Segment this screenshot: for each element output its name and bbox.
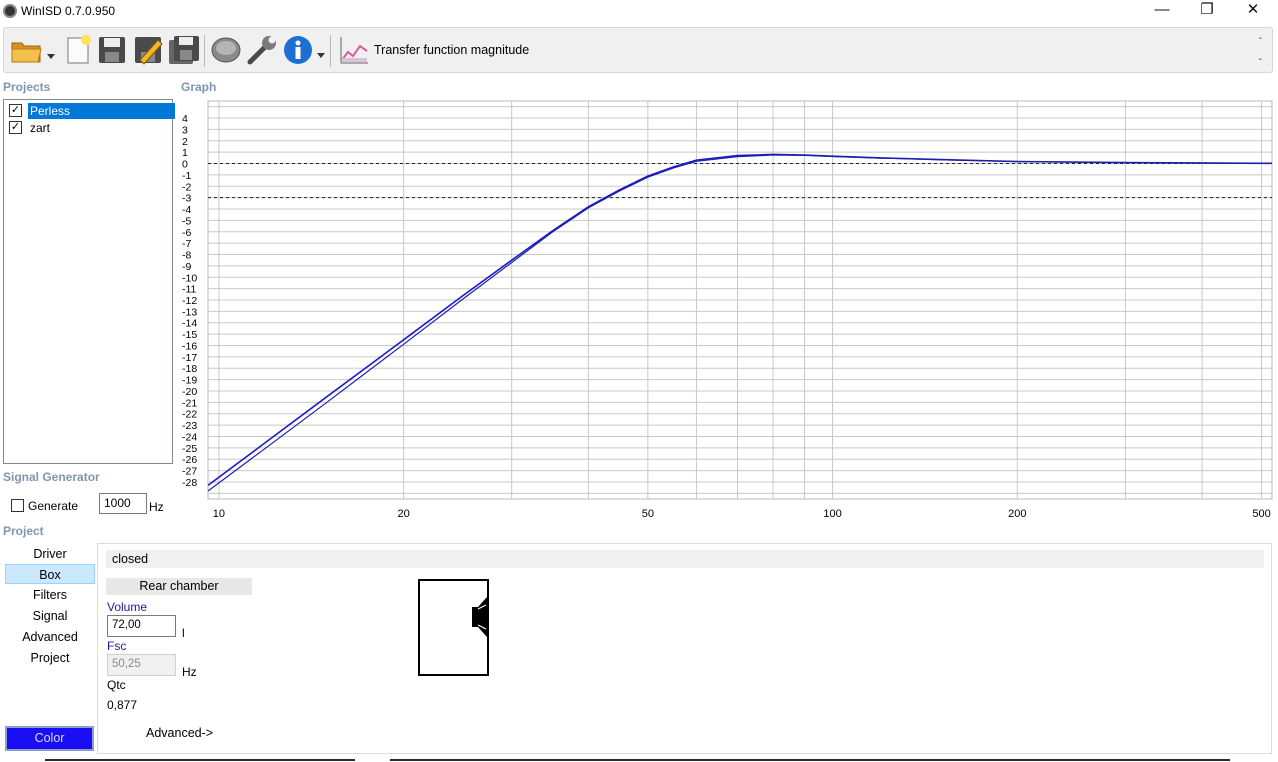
x-tick-label: 10 xyxy=(213,508,225,520)
graph-chart[interactable]: 43210-1-2-3-4-5-6-7-8-9-10-11-12-13-14-1… xyxy=(176,97,1274,525)
frequency-unit: Hz xyxy=(149,500,164,514)
projects-list: ✓ Perless ✓ zart xyxy=(3,99,176,464)
y-tick-label: -3 xyxy=(182,193,191,205)
projects-header: Projects xyxy=(3,80,51,94)
nav-box[interactable]: Box xyxy=(5,564,95,584)
graph-type-icon[interactable] xyxy=(338,34,370,66)
y-tick-label: -24 xyxy=(182,431,197,443)
nav-project[interactable]: Project xyxy=(5,648,95,668)
y-tick-label: -11 xyxy=(182,284,197,296)
driver-icon[interactable] xyxy=(210,34,242,66)
y-tick-label: -13 xyxy=(182,306,197,318)
nav-signal[interactable]: Signal xyxy=(5,606,95,626)
open-folder-icon[interactable] xyxy=(10,34,44,66)
y-tick-label: -20 xyxy=(182,386,197,398)
y-tick-label: 4 xyxy=(182,113,188,125)
x-tick-label: 500 xyxy=(1252,508,1270,520)
tab-rear-chamber[interactable]: Rear chamber xyxy=(106,578,252,595)
qtc-value: 0,877 xyxy=(107,698,138,712)
y-tick-label: -2 xyxy=(182,181,191,193)
info-icon[interactable] xyxy=(282,34,314,66)
restore-button[interactable]: ❐ xyxy=(1184,0,1230,22)
y-tick-label: -25 xyxy=(182,443,197,455)
box-diagram xyxy=(418,579,489,676)
y-tick-label: -19 xyxy=(182,375,197,387)
graph-header: Graph xyxy=(181,80,217,94)
save-edit-icon[interactable] xyxy=(132,34,164,66)
generate-label: Generate xyxy=(28,499,79,513)
x-tick-label: 100 xyxy=(823,508,841,520)
project-checkbox[interactable]: ✓ xyxy=(9,104,22,117)
window-title: WinISD 0.7.0.950 xyxy=(21,4,116,18)
y-tick-label: -27 xyxy=(182,466,197,478)
x-tick-label: 200 xyxy=(1008,508,1026,520)
title-bar: WinISD 0.7.0.950 — ❐ ✕ xyxy=(0,0,1278,24)
signal-generator-header: Signal Generator xyxy=(3,470,100,484)
y-tick-label: -9 xyxy=(182,261,191,273)
save-all-icon[interactable] xyxy=(168,34,200,66)
box-type-select[interactable]: closed xyxy=(106,550,1264,568)
y-tick-label: -10 xyxy=(182,272,197,284)
toolbar-separator xyxy=(204,35,205,67)
volume-input[interactable]: 72,00 xyxy=(107,615,176,637)
box-panel xyxy=(97,543,1272,754)
fsc-label: Fsc xyxy=(107,639,127,653)
x-tick-label: 20 xyxy=(397,508,409,520)
y-tick-label: -12 xyxy=(182,295,197,307)
y-tick-label: -14 xyxy=(182,318,197,330)
y-tick-label: -23 xyxy=(182,420,197,432)
minimize-button[interactable]: — xyxy=(1139,0,1185,22)
dropdown-arrow-icon[interactable] xyxy=(316,34,326,66)
y-tick-label: -4 xyxy=(182,204,191,216)
toolbar-collapse-dash[interactable]: - xyxy=(1259,54,1262,65)
wrench-icon[interactable] xyxy=(246,34,278,66)
y-tick-label: -8 xyxy=(182,250,191,262)
y-tick-label: 2 xyxy=(182,136,188,148)
y-tick-label: 1 xyxy=(182,147,188,159)
list-item[interactable]: ✓ Perless xyxy=(8,102,176,120)
toolbar-separator xyxy=(330,35,331,67)
fsc-input[interactable]: 50,25 xyxy=(107,654,176,676)
y-tick-label: -28 xyxy=(182,477,197,489)
close-button[interactable]: ✕ xyxy=(1230,0,1276,22)
color-button[interactable]: Color xyxy=(5,726,94,751)
advanced-link[interactable]: Advanced-> xyxy=(146,726,213,740)
y-tick-label: -7 xyxy=(182,238,191,250)
status-strip xyxy=(45,759,1230,761)
toolbar-collapse-dash[interactable]: - xyxy=(1259,33,1262,44)
nav-advanced[interactable]: Advanced xyxy=(5,627,95,647)
generate-checkbox[interactable] xyxy=(11,499,24,512)
new-document-icon[interactable] xyxy=(62,34,94,66)
project-name[interactable]: zart xyxy=(28,120,52,136)
toolbar: Transfer function magnitude - - xyxy=(3,27,1273,73)
list-item[interactable]: ✓ zart xyxy=(8,119,172,135)
y-tick-label: -1 xyxy=(182,170,191,182)
y-tick-label: -17 xyxy=(182,352,197,364)
y-tick-label: -6 xyxy=(182,227,191,239)
qtc-label: Qtc xyxy=(107,678,126,692)
y-tick-label: -18 xyxy=(182,363,197,375)
volume-unit: l xyxy=(182,626,185,640)
y-tick-label: -26 xyxy=(182,454,197,466)
volume-label: Volume xyxy=(107,600,148,614)
y-tick-label: 3 xyxy=(182,124,188,136)
y-tick-label: -5 xyxy=(182,215,191,227)
x-tick-label: 50 xyxy=(642,508,654,520)
nav-filters[interactable]: Filters xyxy=(5,585,95,605)
project-name[interactable]: Perless xyxy=(27,102,176,120)
y-tick-label: 0 xyxy=(182,159,188,171)
save-icon[interactable] xyxy=(96,34,128,66)
app-logo-icon xyxy=(3,4,17,18)
frequency-input[interactable]: 1000 xyxy=(99,493,147,514)
y-tick-label: -22 xyxy=(182,409,197,421)
fsc-unit: Hz xyxy=(182,665,197,679)
y-tick-label: -16 xyxy=(182,340,197,352)
nav-driver[interactable]: Driver xyxy=(5,544,95,564)
dropdown-arrow-icon[interactable] xyxy=(46,34,56,66)
project-checkbox[interactable]: ✓ xyxy=(9,121,22,134)
graph-type-label[interactable]: Transfer function magnitude xyxy=(374,43,529,57)
project-header: Project xyxy=(3,524,44,538)
y-tick-label: -15 xyxy=(182,329,197,341)
y-tick-label: -21 xyxy=(182,397,197,409)
